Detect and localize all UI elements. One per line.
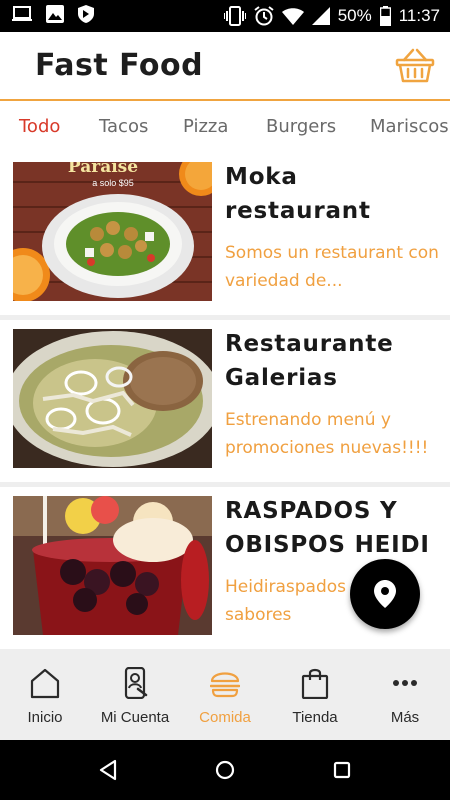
- nav-label: Tienda: [292, 709, 338, 726]
- system-nav-bar: [0, 740, 450, 800]
- clock: 11:37: [398, 6, 440, 25]
- location-pin-icon: [374, 580, 396, 608]
- home-circle-icon[interactable]: [213, 758, 237, 782]
- nav-label: Mi Cuenta: [100, 709, 170, 726]
- restaurant-card[interactable]: Restaurante Galerias Estrenando menú y p…: [0, 320, 450, 482]
- restaurant-name: Restaurante Galerias: [225, 331, 394, 391]
- account-phone-icon: [124, 667, 148, 699]
- image-brand-text: Paraise: [68, 162, 138, 177]
- home-icon: [30, 668, 60, 699]
- category-tabs: Todo Tacos Pizza Burgers Mariscos: [0, 101, 450, 153]
- location-fab[interactable]: [350, 559, 420, 629]
- status-right: 50% 11:37: [223, 4, 440, 28]
- app-title: Fast Food: [35, 48, 204, 83]
- restaurant-description: Somos un restaurant con variedad de...: [225, 243, 439, 291]
- tab-tacos[interactable]: Tacos: [99, 116, 148, 137]
- recents-icon[interactable]: [330, 758, 354, 782]
- nav-label: Comida: [199, 709, 251, 726]
- wifi-icon: [281, 7, 304, 25]
- restaurant-image: [13, 496, 212, 635]
- app-header: Fast Food: [0, 32, 450, 100]
- shield-icon: [78, 5, 94, 27]
- restaurant-image: Paraise a solo $95: [13, 162, 212, 301]
- nav-tienda[interactable]: Tienda: [270, 653, 360, 740]
- nav-mas[interactable]: Más: [360, 653, 450, 740]
- basket-button[interactable]: [395, 48, 435, 84]
- restaurant-card[interactable]: Paraise a solo $95 Moka restaurant Somos…: [0, 153, 450, 315]
- nav-comida[interactable]: Comida: [180, 653, 270, 740]
- status-left: [12, 5, 94, 27]
- bottom-nav: Inicio Mi Cuenta Comida Tienda Más: [0, 653, 450, 740]
- signal-icon: [311, 7, 330, 25]
- nav-label: Inicio: [27, 709, 63, 726]
- alarm-icon: [254, 6, 274, 26]
- vibrate-icon: [223, 6, 246, 26]
- restaurant-name: Moka restaurant: [225, 164, 371, 224]
- tab-mariscos[interactable]: Mariscos: [370, 116, 449, 137]
- restaurant-image: [13, 329, 212, 468]
- nav-inicio[interactable]: Inicio: [0, 653, 90, 740]
- tab-pizza[interactable]: Pizza: [183, 116, 228, 137]
- tab-todo[interactable]: Todo: [19, 116, 60, 137]
- shopping-bag-icon: [301, 668, 329, 699]
- laptop-icon: [12, 6, 32, 26]
- restaurant-description: Estrenando menú y promociones nuevas!!!!: [225, 410, 429, 458]
- restaurant-name: RASPADOS Y OBISPOS HEIDI: [225, 498, 430, 558]
- image-price-text: a solo $95: [92, 178, 134, 188]
- battery-icon: [379, 6, 391, 26]
- nav-label: Más: [390, 709, 420, 726]
- tab-burgers[interactable]: Burgers: [266, 116, 336, 137]
- back-icon[interactable]: [97, 758, 121, 782]
- status-bar: 50% 11:37: [0, 0, 450, 32]
- battery-text: 50%: [337, 6, 372, 25]
- burger-icon: [210, 672, 240, 698]
- nav-mi-cuenta[interactable]: Mi Cuenta: [90, 653, 180, 740]
- more-dots-icon: [393, 680, 417, 686]
- image-icon: [46, 5, 64, 27]
- basket-icon: [395, 48, 435, 83]
